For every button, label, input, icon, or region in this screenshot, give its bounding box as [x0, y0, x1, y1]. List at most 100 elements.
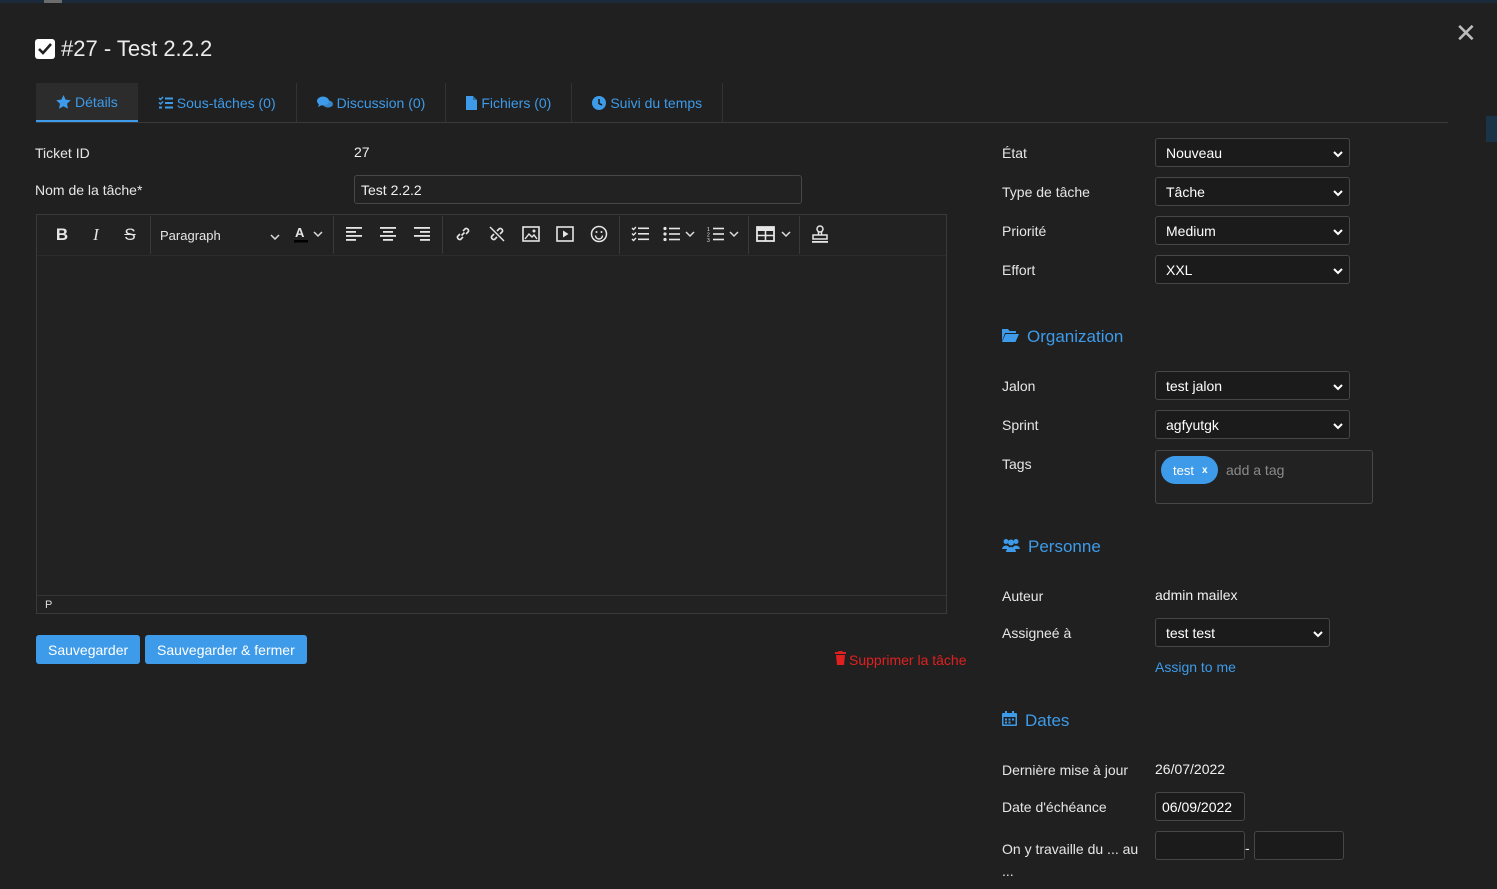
task-name-input[interactable] [354, 175, 802, 204]
assign-to-me-link[interactable]: Assign to me [1155, 659, 1236, 675]
image-icon [522, 225, 540, 245]
work-start-date-input[interactable] [1155, 831, 1245, 860]
clock-icon [592, 95, 607, 110]
close-icon[interactable]: ✕ [1455, 20, 1477, 46]
bold-button[interactable]: B [45, 219, 79, 251]
add-tag-input[interactable] [1224, 461, 1368, 479]
task-type-select[interactable]: Tâche [1155, 177, 1350, 206]
tab-label: Discussion (0) [336, 94, 426, 111]
users-icon [1002, 537, 1020, 557]
save-button[interactable]: Sauvegarder [36, 635, 141, 664]
folder-open-icon [1002, 327, 1019, 347]
assignee-select[interactable]: test test [1155, 618, 1330, 647]
element-path[interactable]: P [45, 599, 52, 611]
priority-select[interactable]: Medium [1155, 216, 1350, 245]
comments-icon [316, 96, 333, 109]
last-updated-label: Dernière mise à jour [1002, 762, 1129, 778]
tag-remove-button[interactable]: x [1202, 465, 1208, 476]
dates-heading: Dates [1002, 711, 1069, 731]
status-select[interactable]: Nouveau [1155, 138, 1350, 167]
sprint-select[interactable]: agfyutgk [1155, 410, 1350, 439]
person-heading: Personne [1002, 537, 1101, 557]
effort-select[interactable]: XXL [1155, 255, 1350, 284]
background-edge-strip [1486, 116, 1497, 142]
top-bar [0, 0, 1497, 3]
table-icon [756, 225, 792, 245]
effort-value: XXL [1166, 261, 1193, 278]
remove-link-button[interactable] [480, 219, 514, 251]
checklist-button[interactable] [623, 219, 657, 251]
checklist-icon [158, 96, 173, 109]
ticket-id-value: 27 [354, 144, 370, 160]
strikethrough-button[interactable]: S [113, 219, 147, 251]
text-color-button[interactable]: A [286, 219, 330, 251]
chevron-down-icon [1333, 417, 1343, 433]
tags-label: Tags [1002, 456, 1032, 472]
emoticons-button[interactable] [582, 219, 616, 251]
due-date-input[interactable] [1155, 792, 1245, 821]
priority-label: Priorité [1002, 223, 1047, 239]
assignee-label: Assigneé à [1002, 625, 1072, 641]
file-icon [466, 95, 478, 110]
task-name-label: Nom de la tâche* [35, 182, 143, 198]
delete-task-link[interactable]: Supprimer la tâche [835, 651, 967, 668]
insert-image-button[interactable] [514, 219, 548, 251]
tab-details[interactable]: Détails [36, 83, 138, 122]
svg-text:3: 3 [707, 238, 710, 242]
status-value: Nouveau [1166, 144, 1223, 161]
work-end-date-input[interactable] [1254, 831, 1344, 860]
bullet-list-button[interactable] [657, 219, 701, 251]
editor-status-bar: P [37, 595, 946, 613]
milestone-select[interactable]: test jalon [1155, 371, 1350, 400]
insert-table-button[interactable] [752, 219, 796, 251]
sprint-label: Sprint [1002, 417, 1039, 433]
task-title: #27 - Test 2.2.2 [61, 36, 213, 61]
tags-input-box[interactable]: test x [1155, 450, 1373, 504]
smiley-icon [590, 225, 608, 246]
tab-label: Suivi du temps [610, 94, 703, 111]
toolbar-separator [442, 216, 443, 254]
tab-files[interactable]: Fichiers (0) [446, 83, 573, 122]
chevron-down-icon [1333, 184, 1343, 200]
save-close-button[interactable]: Sauvegarder & fermer [145, 635, 307, 664]
task-type-value: Tâche [1166, 183, 1205, 200]
date-range-separator: - [1245, 840, 1250, 856]
align-left-button[interactable] [337, 219, 371, 251]
insert-link-button[interactable] [446, 219, 480, 251]
top-bar-chip [44, 0, 62, 3]
tab-label: Détails [75, 93, 118, 110]
editor-content-area[interactable] [37, 256, 946, 596]
due-date-label: Date d'échéance [1002, 799, 1107, 815]
task-title-row: #27 - Test 2.2.2 [35, 36, 212, 62]
priority-value: Medium [1166, 222, 1216, 239]
work-period-label: On y travaille du ... au ... [1002, 841, 1139, 879]
toolbar-separator [150, 216, 151, 254]
milestone-value: test jalon [1166, 377, 1223, 394]
organization-title: Organization [1027, 327, 1124, 346]
text-color-icon: A [293, 225, 323, 246]
svg-text:A: A [295, 225, 305, 240]
align-right-button[interactable] [405, 219, 439, 251]
link-icon [454, 225, 472, 246]
milestone-label: Jalon [1002, 378, 1036, 394]
block-format-select[interactable]: Paragraph [154, 219, 286, 251]
stamp-button[interactable] [803, 219, 837, 251]
tag-label: test [1173, 462, 1194, 478]
tab-bar: Détails Sous-tâches (0) Discussion (0) F… [36, 83, 1448, 123]
italic-button[interactable]: I [79, 219, 113, 251]
tab-discussion[interactable]: Discussion (0) [297, 83, 447, 122]
checklist-icon [631, 226, 649, 245]
tab-time-tracking[interactable]: Suivi du temps [572, 83, 724, 122]
bullet-list-icon [663, 226, 695, 245]
unlink-icon [488, 225, 506, 246]
chevron-down-icon [1333, 378, 1343, 394]
insert-media-button[interactable] [548, 219, 582, 251]
assignee-value: test test [1166, 624, 1216, 641]
numbered-list-button[interactable]: 123 [701, 219, 745, 251]
tab-subtasks[interactable]: Sous-tâches (0) [138, 83, 297, 122]
stamp-icon [810, 224, 830, 246]
align-right-icon [414, 226, 430, 244]
organization-heading: Organization [1002, 327, 1123, 347]
align-center-button[interactable] [371, 219, 405, 251]
person-title: Personne [1028, 537, 1101, 556]
